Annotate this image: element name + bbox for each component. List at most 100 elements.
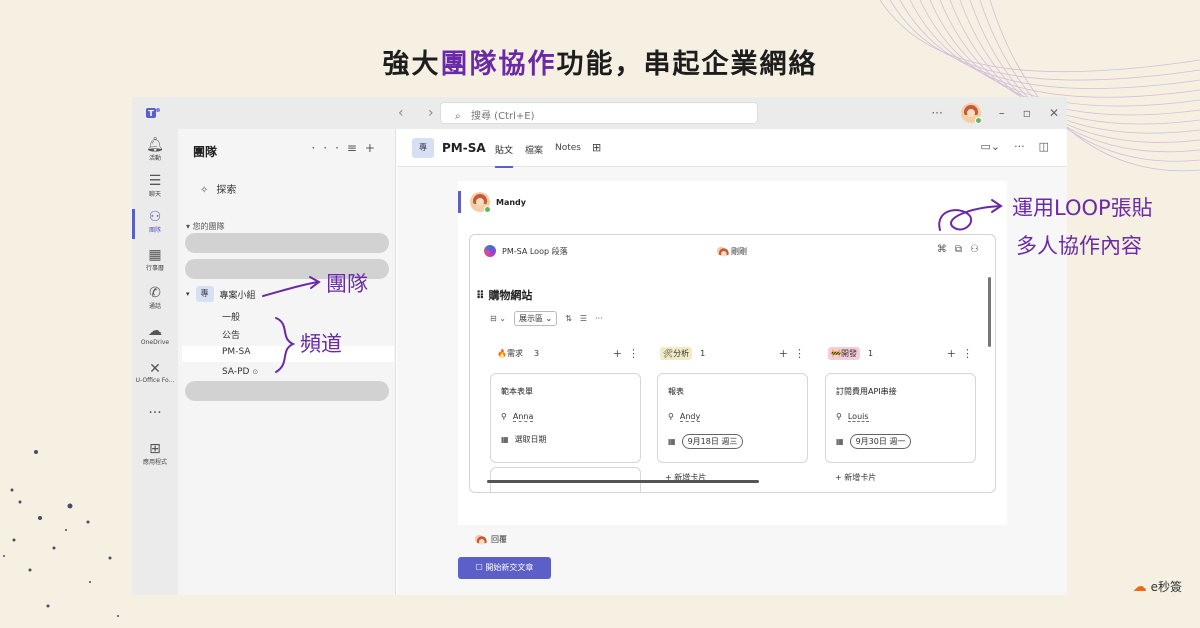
reply-button[interactable]: 回覆 (473, 533, 507, 545)
column-actions[interactable]: +⋮ (779, 347, 811, 360)
board-card[interactable]: 範本表單 ⚲ Anna ▦ 選取日期 (490, 373, 641, 463)
open-panel-icon[interactable]: ◫ (1039, 140, 1049, 153)
view-select[interactable]: 展示區 ⌄ (513, 311, 558, 326)
video-icon[interactable]: ▭⌄ (980, 140, 1000, 153)
rail-activity[interactable]: 🔔︎ 活動 (132, 137, 178, 162)
vertical-scrollbar[interactable] (988, 277, 991, 347)
horizontal-scrollbar[interactable] (487, 480, 759, 483)
person-icon: ⚲ (668, 412, 674, 421)
close-icon[interactable]: ✕ (1049, 106, 1059, 120)
minimize-icon[interactable]: – (999, 106, 1005, 120)
rail-onedrive[interactable]: ☁ OneDrive (132, 323, 178, 346)
redacted-team (185, 381, 389, 401)
copy-icon[interactable]: ⧉ (955, 244, 962, 255)
more-icon[interactable]: ··· (595, 314, 603, 323)
rail-apps[interactable]: ⊞ 應用程式 (132, 441, 178, 466)
person-icon: ⚲ (836, 412, 842, 421)
rail-calls[interactable]: ✆ 通話 (132, 285, 178, 310)
rail-calendar[interactable]: ▦ 行事曆 (132, 247, 178, 272)
share-people-icon[interactable]: ⚇ (970, 244, 979, 255)
team-badge: 專 (195, 286, 214, 302)
team-project[interactable]: ▾ 專 專案小組 (186, 286, 256, 302)
board-card[interactable]: 訂閱費用API串接 ⚲ Louis ▦ 9月30日 週一 (825, 373, 976, 463)
rail-teams[interactable]: ⚇ 團隊 (132, 209, 178, 239)
restore-icon[interactable]: ▫ (1023, 106, 1031, 120)
more-button[interactable]: ··· (931, 106, 942, 120)
uoffice-icon: ✕ (149, 361, 161, 377)
more-icon[interactable]: ··· (1014, 140, 1025, 153)
channel-announce[interactable]: 公告 (222, 328, 240, 341)
teams-logo-icon: T (146, 108, 160, 118)
panel-title: 團隊 (193, 145, 218, 159)
post: Mandy PM-SA Loop 段落 剛剛 ⌘ ⧉ ⚇ ⠿ 購物網站 ⊟ ⌄ 展示… (458, 181, 1007, 525)
add-tab-icon[interactable]: ⊞ (592, 141, 601, 154)
teams-panel: 團隊 ···≡+ ✧ 探索 ▾ 您的團隊 ▾ 專 專案小組 一般 公告 PM-SA… (178, 129, 396, 595)
tools-icon: 🛠 (663, 349, 674, 358)
annotation-loop: 運用LOOP張貼 (1012, 196, 1153, 220)
calendar-icon: ▦ (501, 435, 509, 444)
sort-icon[interactable]: ⇅ (565, 314, 572, 323)
panel-actions[interactable]: ···≡+ (311, 141, 383, 155)
redacted-team (185, 233, 389, 253)
compose-post-button[interactable]: ☐ 開始新交文章 (458, 557, 551, 579)
calendar-icon: ▦ (148, 247, 162, 263)
rail-more[interactable]: ··· (132, 405, 178, 421)
private-lock-icon: ⊙ (252, 368, 259, 376)
nav-arrows[interactable]: ‹ › (398, 105, 444, 121)
column-actions[interactable]: +⋮ (947, 347, 979, 360)
board-title: ⠿ 購物網站 (476, 289, 533, 302)
loop-viewer: 剛剛 (715, 245, 747, 257)
cloud-logo-icon: ☁ (1132, 578, 1147, 595)
team-name: 專案小組 (219, 290, 256, 301)
apps-grid-icon[interactable]: ⌘ (937, 244, 947, 255)
search-input[interactable]: ⌕ 搜尋 (Ctrl+E) (440, 102, 758, 124)
tab-posts[interactable]: 貼文 (495, 143, 514, 168)
headline: 強大團隊協作功能，串起企業網絡 (382, 49, 818, 80)
more-icon: ··· (148, 405, 162, 421)
sparkle-icon: ✧ (200, 185, 209, 196)
annotation-team: 團隊 (326, 272, 368, 296)
card-date: 選取日期 (514, 435, 547, 444)
channel-badge: 專 (412, 138, 434, 158)
channel-name: PM-SA (442, 141, 486, 155)
search-icon: ⌕ (455, 111, 461, 122)
channel-sa-pd[interactable]: SA-PD ⊙ (222, 367, 258, 377)
bell-icon: 🔔︎ (146, 137, 164, 153)
brand-logo: ☁ e秒簽 (1132, 578, 1182, 595)
calendar-icon: ▦ (836, 437, 844, 446)
tab-notes[interactable]: Notes (555, 143, 581, 153)
channel-general[interactable]: 一般 (222, 310, 240, 323)
apps-icon: ⊞ (149, 441, 161, 457)
card-assignee: Louis (847, 412, 869, 422)
board-card[interactable]: 報表 ⚲ Andy ▦ 9月18日 週三 (657, 373, 808, 463)
channel-main: 專 PM-SA 貼文 檔案 Notes ⊞ ▭⌄ ··· ◫ Mandy PM-SA… (397, 129, 1067, 595)
card-title: 訂閱費用API串接 (836, 387, 897, 396)
rail-uoffice[interactable]: ✕ U-Office Fo... (132, 361, 178, 384)
card-title: 範本表單 (501, 387, 533, 396)
filter-icon[interactable]: ☰ (580, 314, 587, 323)
board-icon[interactable]: ⊟ ⌄ (490, 314, 506, 323)
construction-icon: 🚧 (831, 349, 841, 358)
cloud-icon: ☁ (148, 323, 162, 339)
active-channel-highlight (182, 346, 394, 362)
section-your-teams[interactable]: ▾ 您的團隊 (186, 221, 225, 232)
user-avatar[interactable] (960, 103, 982, 124)
add-card-button[interactable]: + 新增卡片 (835, 472, 876, 483)
calendar-icon: ▦ (668, 437, 676, 446)
reply-avatar-icon (474, 534, 487, 545)
loop-header: PM-SA Loop 段落 (484, 245, 568, 257)
channel-pm-sa[interactable]: PM-SA (222, 347, 250, 357)
viewer-avatar-icon (716, 246, 729, 257)
person-icon: ⚲ (501, 412, 507, 421)
column-actions[interactable]: +⋮ (613, 347, 645, 360)
rail-chat[interactable]: ☰ 聊天 (132, 173, 178, 198)
author-avatar (470, 192, 491, 213)
card-assignee: Andy (679, 412, 701, 422)
tab-files[interactable]: 檔案 (525, 143, 543, 156)
column-header-analysis: 🛠分析 1 +⋮ (660, 347, 815, 360)
annotation-channel: 頻道 (300, 332, 342, 356)
explore-item[interactable]: ✧ 探索 (200, 181, 236, 196)
card-date: 9月30日 週一 (849, 434, 912, 449)
card-title: 報表 (668, 387, 684, 396)
loop-component[interactable]: PM-SA Loop 段落 剛剛 ⌘ ⧉ ⚇ ⠿ 購物網站 ⊟ ⌄ 展示區 ⌄ ⇅ … (469, 234, 996, 493)
